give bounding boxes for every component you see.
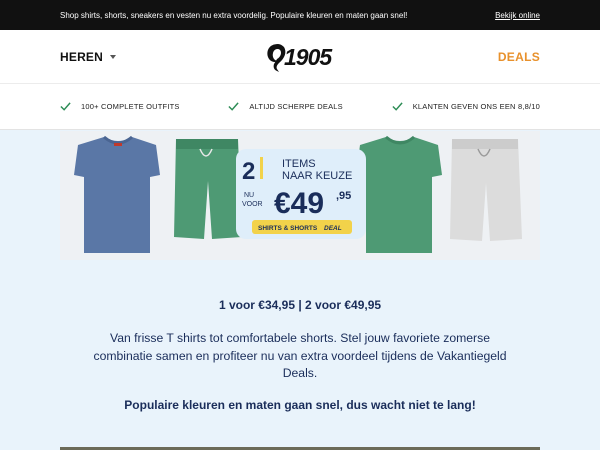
- badge-tag-bold: DEAL: [324, 225, 342, 232]
- blue-tshirt-image: [74, 135, 160, 253]
- badge-items: ITEMS: [282, 158, 316, 170]
- green-tshirt-image: [356, 135, 442, 253]
- badge-price: €49: [274, 187, 324, 220]
- check-icon: [60, 102, 71, 111]
- heren-menu-label: HEREN: [60, 49, 104, 64]
- check-icon: [392, 102, 403, 111]
- usp-text: 100+ COMPLETE OUTFITS: [81, 102, 180, 111]
- chevron-down-icon: [110, 54, 117, 59]
- brand-logo[interactable]: 1905: [264, 37, 350, 77]
- description-text: Van frisse T shirts tot comfortabele sho…: [93, 331, 507, 380]
- logo-text: 1905: [284, 44, 333, 70]
- view-online-link[interactable]: Bekijk online: [495, 11, 540, 20]
- grey-shorts-image: [450, 139, 522, 241]
- content-section: 1 voor €34,95 | 2 voor €49,95 Van frisse…: [60, 260, 540, 412]
- usp-text: ALTIJD SCHERPE DEALS: [249, 102, 343, 111]
- badge-choice: NAAR KEUZE: [282, 170, 352, 182]
- header: HEREN 1905 DEALS: [0, 30, 600, 84]
- badge-voor: VOOR: [242, 201, 263, 208]
- usp-item-deals: ALTIJD SCHERPE DEALS: [228, 101, 343, 112]
- badge-number: 2: [242, 158, 255, 185]
- heren-menu[interactable]: HEREN: [60, 49, 117, 64]
- usp-item-rating: KLANTEN GEVEN ONS EEN 8,8/10: [392, 101, 540, 112]
- green-shorts-image: [174, 139, 242, 239]
- promo-banner[interactable]: 2 ITEMS NAAR KEUZE NU VOOR €49 ,95 SHIRT…: [60, 131, 540, 260]
- usp-item-outfits: 100+ COMPLETE OUTFITS: [60, 101, 180, 112]
- usp-bar: 100+ COMPLETE OUTFITS ALTIJD SCHERPE DEA…: [0, 84, 600, 130]
- deals-link[interactable]: DEALS: [498, 50, 540, 64]
- badge-cents: ,95: [336, 190, 351, 202]
- announcement-text: Shop shirts, shorts, sneakers en vesten …: [60, 10, 408, 20]
- urgency-text: Populaire kleuren en maten gaan snel, du…: [124, 397, 476, 412]
- check-icon: [228, 102, 240, 111]
- badge-nu: NU: [244, 192, 254, 199]
- top-announcement-bar: Shop shirts, shorts, sneakers en vesten …: [0, 0, 600, 30]
- usp-text: KLANTEN GEVEN ONS EEN 8,8/10: [412, 102, 540, 111]
- logo-mark: 1905: [267, 43, 334, 72]
- price-line: 1 voor €34,95 | 2 voor €49,95: [218, 298, 382, 312]
- badge-tag-text: SHIRTS & SHORTS: [258, 225, 318, 232]
- price-badge: 2 ITEMS NAAR KEUZE NU VOOR €49 ,95 SHIRT…: [236, 149, 366, 239]
